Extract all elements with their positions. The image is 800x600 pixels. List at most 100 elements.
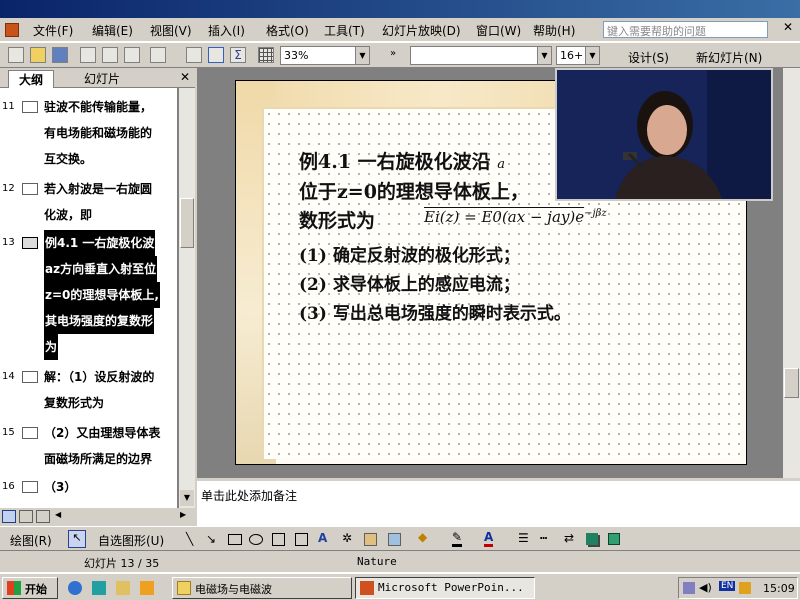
network-icon[interactable] [683, 582, 695, 594]
sorter-view-icon[interactable] [19, 510, 33, 523]
outline-number: 14 [2, 371, 15, 382]
menu-file[interactable]: 文件(F) [33, 22, 73, 39]
scroll-thumb[interactable] [180, 198, 194, 248]
3d-icon[interactable] [608, 533, 620, 545]
slide-icon [22, 183, 38, 195]
tab-slides[interactable]: 幻灯片 [66, 70, 126, 87]
notes-placeholder: 单击此处添加备注 [201, 489, 298, 503]
picture-icon[interactable] [388, 533, 401, 546]
chart-icon[interactable] [186, 47, 202, 63]
menu-tools[interactable]: 工具(T) [324, 22, 365, 39]
slideshow-view-icon[interactable] [36, 510, 50, 523]
slide-formula: Ei(z) = E0(ax − jay)e−jβz [424, 208, 607, 226]
menu-edit[interactable]: 编辑(E) [92, 22, 133, 39]
print-icon[interactable] [80, 47, 96, 63]
task-powerpoint[interactable]: Microsoft PowerPoin... [355, 577, 535, 599]
chevron-down-icon[interactable]: ▼ [585, 47, 599, 64]
folder-icon [177, 581, 191, 595]
font-color-icon[interactable]: A [484, 530, 494, 547]
design-button[interactable]: 设计(S) [628, 49, 669, 66]
save-icon[interactable] [52, 47, 68, 63]
line-color-icon[interactable]: ✎ [452, 530, 463, 547]
menu-format[interactable]: 格式(O) [266, 22, 309, 39]
outline-line: 复数形式为 [44, 396, 105, 410]
sum-icon[interactable]: Σ [230, 47, 246, 63]
draw-menu-button[interactable]: 绘图(R) [10, 532, 52, 549]
menu-window[interactable]: 窗口(W) [476, 22, 521, 39]
app-icon[interactable] [5, 23, 19, 37]
tab-outline[interactable]: 大纲 [8, 70, 55, 88]
toolbar-overflow-icon[interactable]: » [390, 48, 396, 59]
left-pane-tabs: 大纲 幻灯片 ✕ [0, 68, 195, 88]
dash-style-icon[interactable]: ┅ [540, 531, 547, 545]
oval-icon[interactable] [249, 534, 263, 545]
hyperlink-icon[interactable] [208, 47, 224, 63]
language-indicator[interactable]: EN [719, 581, 736, 591]
video-overlay [555, 68, 773, 201]
canvas-scrollbar[interactable] [782, 68, 800, 478]
menu-view[interactable]: 视图(V) [150, 22, 192, 39]
open-icon[interactable] [30, 47, 46, 63]
scroll-thumb[interactable] [784, 368, 799, 398]
autoshape-menu-button[interactable]: 自选图形(U) [98, 532, 164, 549]
chevron-down-icon[interactable]: ▼ [537, 47, 551, 64]
rectangle-icon[interactable] [228, 534, 242, 545]
help-search-input[interactable]: 键入需要帮助的问题 [603, 21, 768, 38]
taskbar: 开始 电磁场与电磁波 Microsoft PowerPoin... ◀) EN … [0, 572, 800, 600]
volume-icon[interactable]: ◀) [699, 581, 712, 594]
vertical-textbox-icon[interactable] [295, 533, 308, 546]
arrow-style-icon[interactable]: ⇄ [564, 531, 574, 545]
textbox-icon[interactable] [272, 533, 285, 546]
close-icon[interactable]: ✕ [780, 20, 796, 36]
standard-toolbar: Σ 33% ▼ » ▼ 16+ ▼ 设计(S) 新幻灯片(N) [0, 42, 800, 68]
scroll-right-icon[interactable]: ▶ [180, 510, 186, 519]
task-folder[interactable]: 电磁场与电磁波 [172, 577, 352, 599]
wordart-icon[interactable]: A [318, 531, 327, 545]
clipart-icon[interactable] [364, 533, 377, 546]
font-select[interactable]: ▼ [410, 46, 552, 65]
desktop-icon[interactable] [92, 581, 106, 595]
outline-scrollbar[interactable]: ▼ [178, 88, 195, 508]
menu-help[interactable]: 帮助(H) [533, 22, 575, 39]
pointer-icon[interactable]: ↖ [68, 530, 86, 548]
new-icon[interactable] [8, 47, 24, 63]
slide-icon [22, 101, 38, 113]
normal-view-icon[interactable] [2, 510, 16, 523]
preview-icon[interactable] [102, 47, 118, 63]
diagram-icon[interactable]: ✲ [342, 531, 352, 545]
line-style-icon[interactable]: ☰ [518, 531, 529, 545]
line-icon[interactable]: ╲ [186, 532, 193, 546]
undo-icon[interactable] [150, 47, 166, 63]
grid-icon[interactable] [258, 47, 274, 63]
outline-line: 有电场能和磁场能的 [44, 126, 153, 140]
shadow-icon[interactable] [586, 533, 598, 545]
close-icon[interactable]: ✕ [180, 70, 190, 84]
outline-number: 15 [2, 427, 15, 438]
media-icon[interactable] [140, 581, 154, 595]
chevron-down-icon[interactable]: ▼ [355, 47, 369, 64]
fill-color-icon[interactable]: ◆ [418, 530, 427, 544]
font-size-select[interactable]: 16+ ▼ [556, 46, 600, 65]
new-slide-button[interactable]: 新幻灯片(N) [696, 49, 762, 66]
menu-insert[interactable]: 插入(I) [208, 22, 245, 39]
outline-line: 化波，即 [44, 208, 93, 222]
ie-icon[interactable] [68, 581, 82, 595]
slide-icon [22, 371, 38, 383]
outline-pane: 11 驻波不能传输能量， 有电场能和磁场能的 互交换。 12 若入射波是一右旋圆… [0, 88, 178, 508]
arrow-icon[interactable]: ↘ [206, 532, 216, 546]
outline-number: 12 [2, 183, 15, 194]
windows-logo-icon [7, 581, 21, 595]
outline-line: 面磁场所满足的边界 [44, 452, 153, 466]
scroll-left-icon[interactable]: ◀ [55, 510, 61, 519]
start-label: 开始 [25, 583, 47, 596]
notes-pane[interactable]: 单击此处添加备注 [197, 478, 800, 526]
scroll-down-icon[interactable]: ▼ [180, 490, 194, 506]
formula-text: Ei(z) = E0(ax − jay)e [424, 208, 585, 226]
outlook-icon[interactable] [116, 581, 130, 595]
start-button[interactable]: 开始 [2, 577, 58, 599]
menu-slideshow[interactable]: 幻灯片放映(D) [382, 22, 461, 39]
zoom-select[interactable]: 33% ▼ [280, 46, 370, 65]
research-icon[interactable] [124, 47, 140, 63]
powerpoint-icon [360, 581, 374, 595]
ime-icon[interactable] [739, 582, 751, 594]
